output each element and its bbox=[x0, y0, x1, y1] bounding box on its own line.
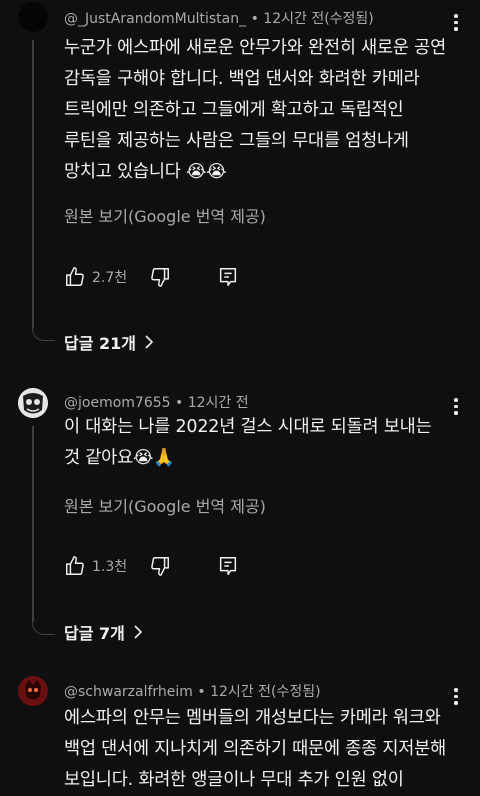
thread-curve bbox=[32, 326, 55, 341]
comment-3: @schwarzalfrheim • 12시간 전(수정됨) 에스파의 안무는 … bbox=[0, 672, 480, 790]
separator: • bbox=[192, 684, 211, 700]
comment-text: 에스파의 안무는 멤버들의 개성보다는 카메라 워크와 백업 댄서에 지나치게 … bbox=[64, 703, 464, 796]
more-vert-icon[interactable] bbox=[454, 14, 458, 34]
see-original-link[interactable]: 원본 보기(Google 번역 제공) bbox=[64, 203, 266, 227]
comment-line: 백업 댄서에 지나치게 의존하기 때문에 종종 지저분해 bbox=[64, 739, 446, 759]
timestamp: 12시간 전(수정됨) bbox=[263, 11, 374, 27]
username[interactable]: @schwarzalfrheim bbox=[64, 684, 193, 700]
comment-text: 이 대화는 나를 2022년 걸스 시대로 되돌려 보내는 것 같아요😭🙏 bbox=[64, 412, 464, 474]
username[interactable]: @joemom7655 bbox=[64, 395, 171, 411]
comment-1: @_JustArandomMultistan_ • 12시간 전(수정됨) 누군… bbox=[0, 0, 480, 360]
thread-curve bbox=[32, 620, 55, 635]
avatar[interactable] bbox=[18, 2, 48, 32]
comment-line: 보입니다. 화려한 앵글이나 무대 추가 인원 없이 bbox=[64, 770, 404, 790]
comment-line: 루틴을 제공하는 사람은 그들의 무대를 엄청나게 bbox=[64, 131, 409, 151]
timestamp: 12시간 전 bbox=[187, 395, 249, 411]
comment-actions: 2.7천 bbox=[64, 266, 239, 288]
avatar[interactable] bbox=[18, 388, 48, 418]
comment-line: 망치고 있습니다 😭😭 bbox=[64, 162, 227, 182]
comment-line: 누군가 에스파에 새로운 안무가와 완전히 새로운 공연 bbox=[64, 38, 446, 58]
thumb-down-icon[interactable] bbox=[149, 555, 171, 577]
thumb-up-icon[interactable] bbox=[64, 555, 86, 577]
reply-comment-icon[interactable] bbox=[217, 266, 239, 288]
comment-line: 에스파의 안무는 멤버들의 개성보다는 카메라 워크와 bbox=[64, 708, 441, 728]
chevron-right-icon bbox=[145, 335, 154, 349]
view-replies-button[interactable]: 답글 21개 bbox=[64, 330, 154, 354]
comment-2: @joemom7655 • 12시간 전 이 대화는 나를 2022년 걸스 시… bbox=[0, 384, 480, 654]
comment-line: 감독을 구해야 합니다. 백업 댄서와 화려한 카메라 bbox=[64, 69, 420, 89]
comment-text: 누군가 에스파에 새로운 안무가와 완전히 새로운 공연 감독을 구해야 합니다… bbox=[64, 33, 464, 188]
avatar[interactable] bbox=[18, 676, 48, 706]
thread-line bbox=[32, 40, 34, 328]
reply-comment-icon[interactable] bbox=[217, 555, 239, 577]
comment-meta: @joemom7655 • 12시간 전 bbox=[64, 392, 249, 412]
comment-line: 것 같아요😭🙏 bbox=[64, 448, 175, 468]
separator: • bbox=[170, 395, 188, 411]
timestamp: 12시간 전(수정됨) bbox=[210, 684, 321, 700]
see-original-link[interactable]: 원본 보기(Google 번역 제공) bbox=[64, 493, 266, 517]
comment-meta: @schwarzalfrheim • 12시간 전(수정됨) bbox=[64, 681, 321, 701]
username[interactable]: @_JustArandomMultistan_ bbox=[64, 11, 246, 27]
view-replies-button[interactable]: 답글 7개 bbox=[64, 620, 143, 644]
thumb-down-icon[interactable] bbox=[149, 266, 171, 288]
comment-actions: 1.3천 bbox=[64, 555, 239, 577]
comment-line: 이 대화는 나를 2022년 걸스 시대로 되돌려 보내는 bbox=[64, 417, 432, 437]
comment-line: 트릭에만 의존하고 그들에게 확고하고 독립적인 bbox=[64, 100, 404, 120]
like-count: 1.3천 bbox=[92, 559, 128, 575]
separator: • bbox=[246, 11, 264, 27]
comment-meta: @_JustArandomMultistan_ • 12시간 전(수정됨) bbox=[64, 8, 374, 28]
replies-label: 답글 21개 bbox=[64, 334, 136, 353]
replies-label: 답글 7개 bbox=[64, 624, 125, 643]
thread-line bbox=[32, 426, 34, 622]
thumb-up-icon[interactable] bbox=[64, 266, 86, 288]
like-count: 2.7천 bbox=[92, 270, 128, 286]
chevron-right-icon bbox=[134, 625, 143, 639]
